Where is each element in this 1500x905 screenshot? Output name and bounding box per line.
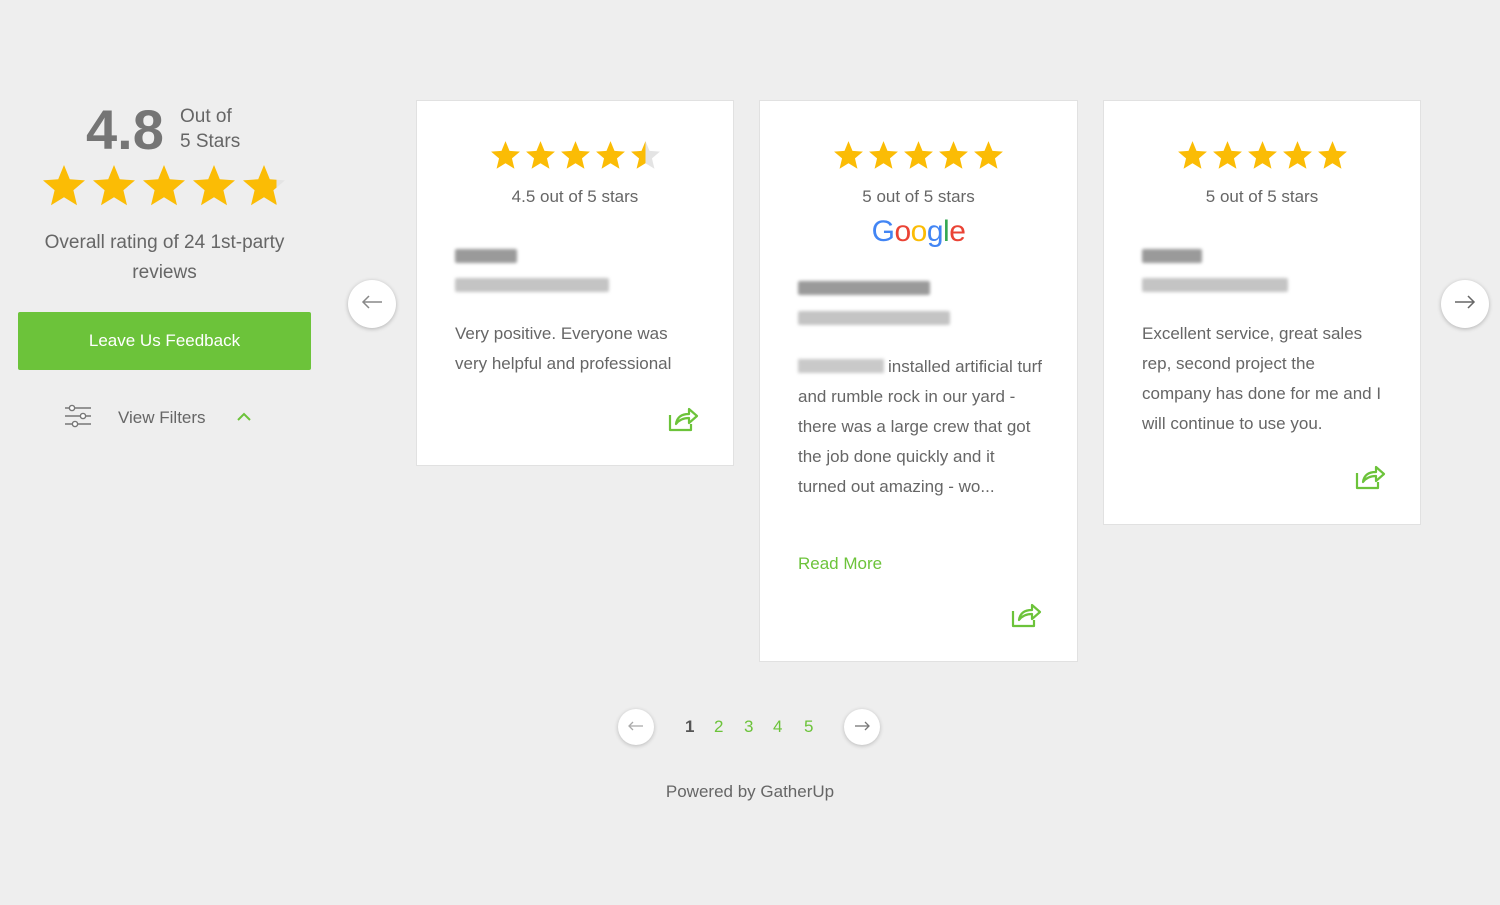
page-next-button[interactable] <box>844 709 880 745</box>
review-rating-text: 4.5 out of 5 stars <box>511 187 639 206</box>
pagination: 1 2 3 4 5 <box>0 708 1500 748</box>
score-out-of: Out of 5 Stars <box>180 104 240 154</box>
star-icon <box>243 165 285 206</box>
star-icon <box>869 141 898 169</box>
review-star-rating <box>760 139 1077 172</box>
page-number-1[interactable]: 1 <box>685 717 694 737</box>
reviewer-name-redacted <box>798 281 930 295</box>
powered-by-footer: Powered by GatherUp <box>665 782 835 801</box>
review-card: 5 out of 5 stars Excellent service, grea… <box>1103 100 1421 525</box>
arrow-right-icon <box>854 718 870 736</box>
review-text: installed artificial turf and rumble roc… <box>798 352 1043 502</box>
star-icon <box>630 141 660 169</box>
review-rating-text: 5 out of 5 stars <box>1205 187 1319 206</box>
arrow-left-icon <box>361 294 383 314</box>
star-icon <box>1282 141 1312 169</box>
read-more-link[interactable]: Read More <box>798 554 882 574</box>
review-text: Very positive. Everyone was very helpful… <box>455 324 672 373</box>
share-icon[interactable] <box>1010 601 1042 629</box>
page-number-3[interactable]: 3 <box>744 717 753 737</box>
review-card: 5 out of 5 stars Google installed artifi… <box>759 100 1078 662</box>
carousel-prev-button[interactable] <box>348 280 396 328</box>
star-icon <box>939 141 968 169</box>
review-text: Excellent service, great sales rep, seco… <box>1142 324 1382 433</box>
sliders-icon <box>64 404 92 433</box>
out-of-line-2: 5 Stars <box>180 131 241 152</box>
out-of-line-1: Out of <box>180 106 232 127</box>
star-icon <box>904 141 933 169</box>
star-icon <box>1317 141 1347 169</box>
reviewer-name-redacted <box>1142 249 1202 263</box>
review-star-rating <box>1104 139 1420 172</box>
star-icon <box>193 165 235 206</box>
star-icon <box>1247 141 1277 169</box>
star-icon <box>1212 141 1242 169</box>
page-prev-button[interactable] <box>618 709 654 745</box>
carousel-next-button[interactable] <box>1441 280 1489 328</box>
chevron-up-icon[interactable] <box>236 409 252 427</box>
share-icon[interactable] <box>667 405 699 433</box>
overall-rating-text: Overall rating of 24 1st-party reviews <box>44 232 285 283</box>
view-filters-label: View Filters <box>118 408 206 427</box>
reviewer-name-redacted <box>455 249 517 263</box>
star-icon <box>595 141 625 169</box>
page-number-2[interactable]: 2 <box>714 717 723 737</box>
review-star-rating <box>417 139 733 172</box>
share-icon[interactable] <box>1354 463 1386 491</box>
star-icon <box>974 141 1003 169</box>
leave-feedback-button[interactable]: Leave Us Feedback <box>18 312 311 370</box>
review-rating-text: 5 out of 5 stars <box>862 187 975 206</box>
review-text-body: installed artificial turf and rumble roc… <box>798 357 1043 496</box>
arrow-right-icon <box>1454 294 1476 314</box>
google-logo: Google <box>871 215 966 248</box>
average-score: 4.8 <box>86 98 164 161</box>
review-date-redacted <box>1142 278 1288 292</box>
review-date-redacted <box>798 311 950 325</box>
star-icon <box>43 165 85 206</box>
overall-star-rating <box>40 162 288 210</box>
star-icon <box>525 141 555 169</box>
company-name-redacted <box>798 359 884 373</box>
star-icon <box>1177 141 1207 169</box>
star-icon <box>834 141 863 169</box>
page-number-4[interactable]: 4 <box>773 717 782 737</box>
arrow-left-icon <box>628 718 644 736</box>
view-filters-toggle[interactable]: View Filters <box>64 404 252 432</box>
star-icon <box>93 165 135 206</box>
review-card: 4.5 out of 5 stars Very positive. Everyo… <box>416 100 734 466</box>
star-icon <box>143 165 185 206</box>
star-icon <box>490 141 520 169</box>
page-number-5[interactable]: 5 <box>804 717 813 737</box>
review-date-redacted <box>455 278 609 292</box>
star-icon <box>560 141 590 169</box>
